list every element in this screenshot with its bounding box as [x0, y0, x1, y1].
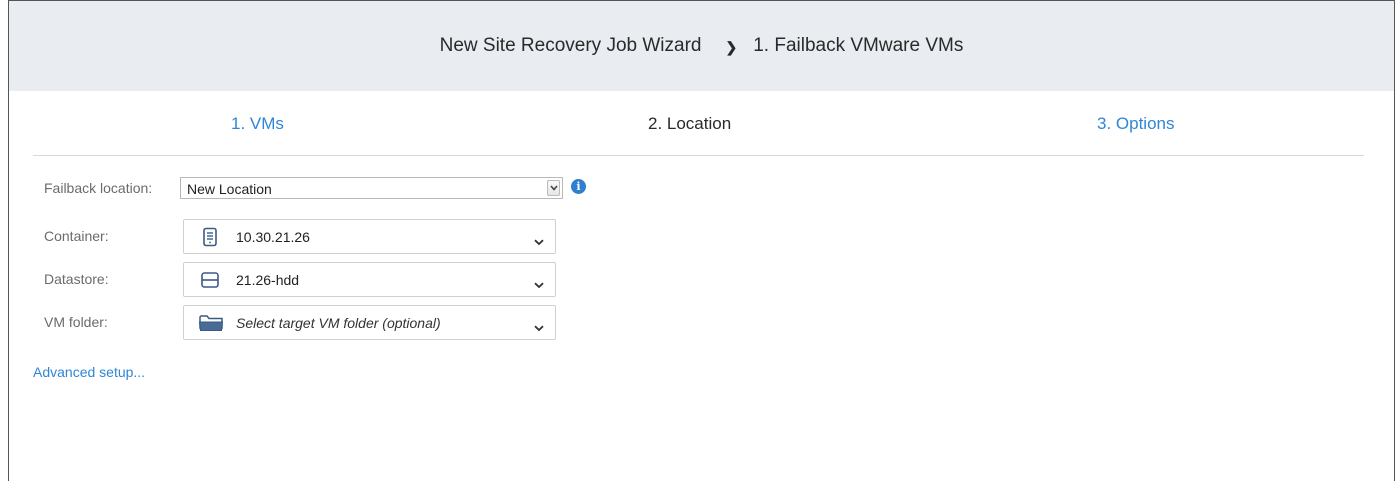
chevron-down-icon — [534, 233, 544, 251]
container-label: Container: — [44, 228, 109, 244]
failback-location-label: Failback location: — [44, 180, 153, 196]
folder-icon — [198, 313, 224, 333]
wizard-window: New Site Recovery Job Wizard ❯ 1. Failba… — [8, 0, 1395, 481]
datastore-value: 21.26-hdd — [236, 272, 300, 288]
vm-folder-label: VM folder: — [44, 314, 108, 330]
vm-folder-placeholder: Select target VM folder (optional) — [236, 315, 441, 331]
step-options[interactable]: 3. Options — [1097, 114, 1175, 134]
wizard-steps: 1. VMs 2. Location 3. Options — [33, 91, 1364, 156]
container-value: 10.30.21.26 — [236, 229, 310, 245]
container-dropdown[interactable]: 10.30.21.26 — [183, 219, 556, 254]
wizard-step-title: 1. Failback VMware VMs — [753, 35, 964, 56]
chevron-down-icon — [534, 276, 544, 294]
select-arrow-icon — [547, 180, 560, 196]
chevron-down-icon — [534, 319, 544, 337]
wizard-title: New Site Recovery Job Wizard — [439, 35, 702, 56]
datastore-dropdown[interactable]: 21.26-hdd — [183, 262, 556, 297]
info-icon[interactable]: i — [571, 179, 586, 194]
datastore-icon — [200, 270, 220, 290]
failback-location-select[interactable]: New Location — [180, 177, 563, 199]
datastore-label: Datastore: — [44, 271, 109, 287]
failback-location-value: New Location — [187, 181, 272, 197]
server-icon — [200, 227, 220, 247]
advanced-setup-link[interactable]: Advanced setup... — [33, 364, 145, 380]
wizard-header: New Site Recovery Job Wizard ❯ 1. Failba… — [9, 1, 1394, 91]
step-location: 2. Location — [648, 114, 732, 133]
breadcrumb-separator-icon: ❯ — [725, 38, 738, 55]
step-vms[interactable]: 1. VMs — [231, 114, 284, 134]
vm-folder-dropdown[interactable]: Select target VM folder (optional) — [183, 305, 556, 340]
